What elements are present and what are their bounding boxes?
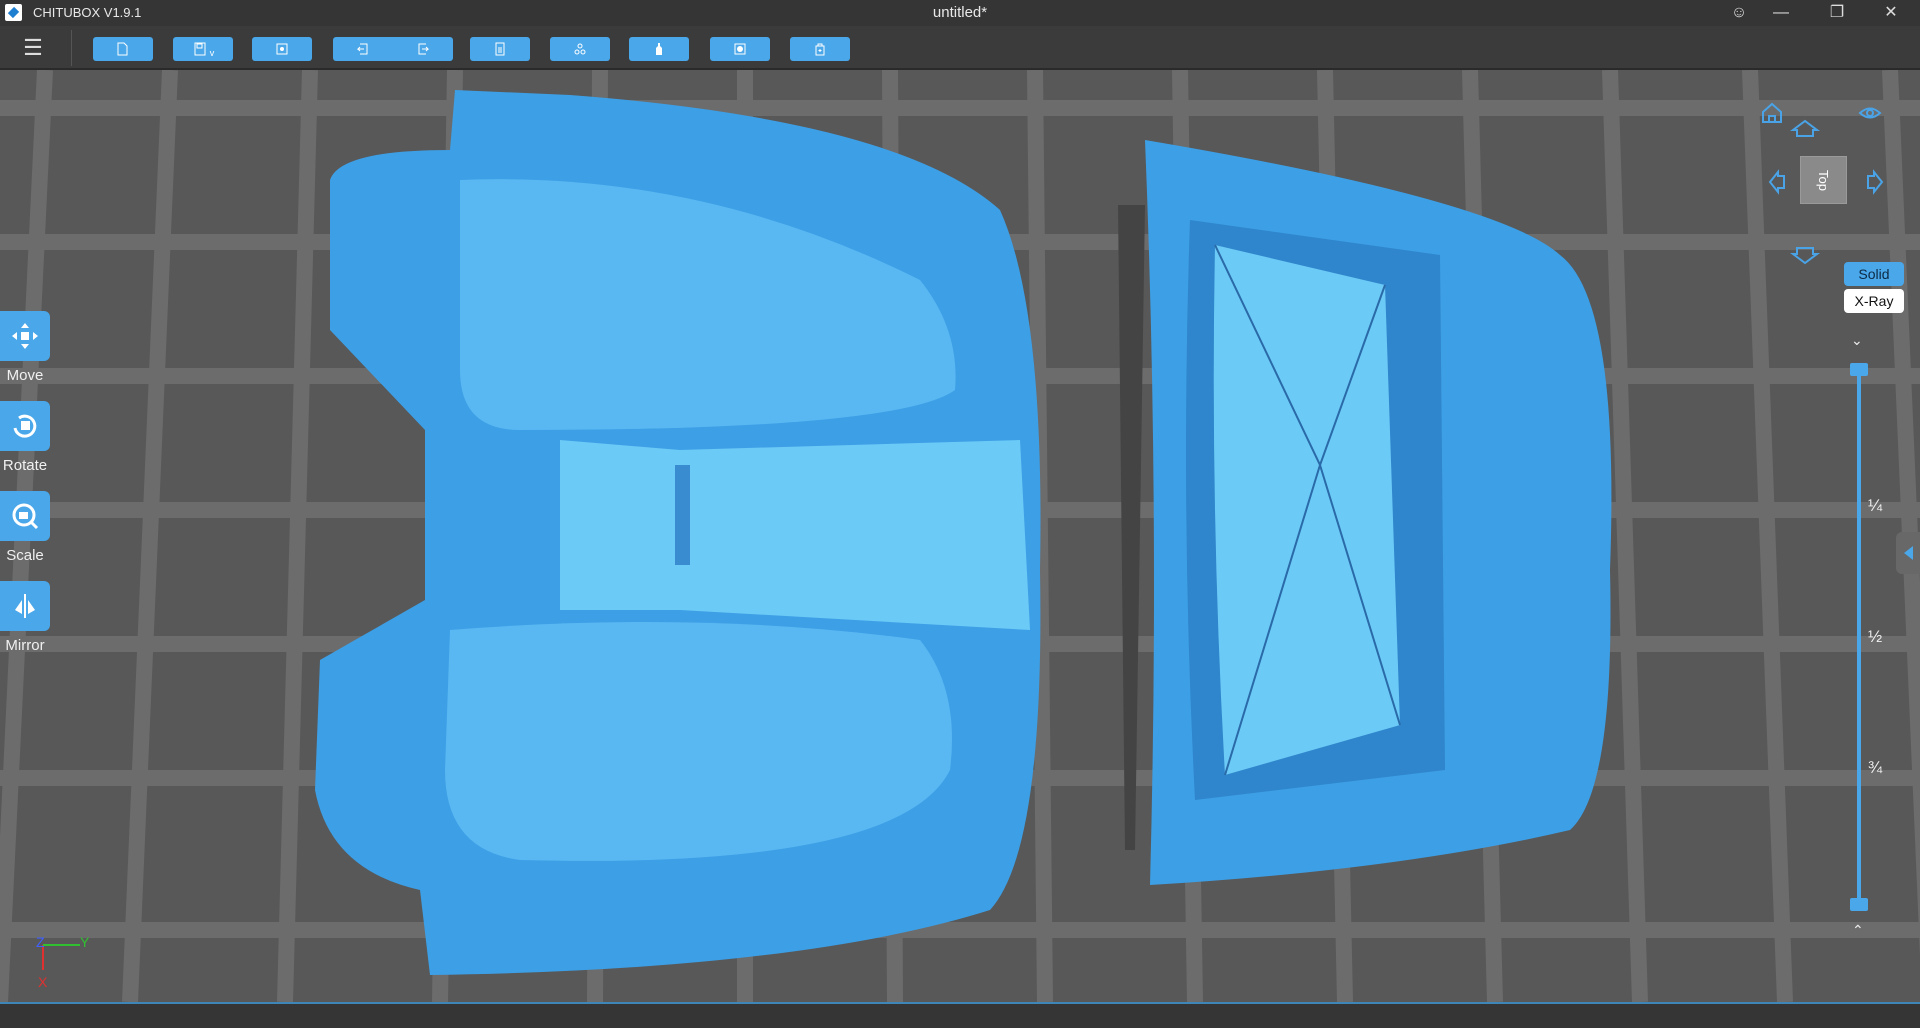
group-button[interactable] [550,37,610,61]
rotate-icon [0,401,50,451]
save-button[interactable]: v [173,37,233,61]
view-cube-face-label: Top [1816,169,1831,191]
mirror-tool[interactable]: Mirror [0,581,50,654]
close-button[interactable]: ✕ [1866,0,1916,26]
toolbar-divider [71,30,72,66]
undo-icon [356,43,368,55]
scale-tool[interactable]: Scale [0,491,50,564]
move-tool[interactable]: Move [0,311,50,384]
slider-mark-three-quarter: ¾ [1868,758,1883,777]
model-right[interactable] [1118,140,1612,885]
mirror-icon [0,581,50,631]
app-logo-icon [5,4,22,21]
layout-icon [276,43,288,55]
collapse-panel-button[interactable] [1896,532,1920,574]
axis-gizmo: Z Y X [36,934,90,990]
print-settings-button[interactable] [470,37,530,61]
xray-mode-button[interactable]: X-Ray [1844,289,1904,313]
view-cube-top[interactable]: Top [1800,156,1847,204]
rotate-label: Rotate [2,457,48,474]
auto-layout-button[interactable] [252,37,312,61]
move-label: Move [6,367,44,384]
slider-mark-quarter: ¼ [1868,496,1883,515]
view-left-arrow-icon[interactable] [1768,169,1785,195]
document-icon [495,42,505,56]
view-back-arrow-icon[interactable] [1790,119,1820,137]
axis-x-label: X [38,974,48,990]
toolbar: ☰ v [0,26,1920,70]
layer-slider-upper-handle[interactable] [1850,363,1868,376]
restore-button[interactable]: ❐ [1812,0,1862,26]
menu-icon[interactable]: ☰ [18,36,48,60]
scale-icon [0,491,50,541]
model-left[interactable] [315,90,1041,975]
slider-chevron-up-icon[interactable]: ⌃ [1852,922,1864,939]
status-bar [0,1002,1920,1028]
hollow-button[interactable] [710,37,770,61]
view-right-arrow-icon[interactable] [1867,169,1884,195]
hollow-icon [734,43,746,55]
slice-icon [815,43,825,56]
support-button[interactable] [629,37,689,61]
group-icon [574,43,586,55]
mirror-label: Mirror [5,637,45,654]
3d-viewport[interactable]: Z Y X Move Rotate Scale Mirror Top Solid… [0,70,1920,1002]
layer-slider-lower-handle[interactable] [1850,898,1868,911]
bottle-icon [656,43,662,55]
title-bar: CHITUBOX V1.9.1 untitled* ☺ — ❐ ✕ [0,0,1920,26]
axis-z-label: Z [36,934,45,950]
rotate-tool[interactable]: Rotate [0,401,50,474]
slider-mark-half: ½ [1868,627,1883,646]
move-icon [0,311,50,361]
home-view-icon[interactable] [1762,102,1782,123]
document-title: untitled* [932,4,988,21]
redo-button[interactable] [393,37,453,61]
app-name: CHITUBOX V1.9.1 [33,5,142,20]
slice-button[interactable] [790,37,850,61]
redo-icon [418,43,430,55]
triangle-left-icon [1903,546,1913,560]
solid-mode-button[interactable]: Solid [1844,262,1904,286]
build-plate-grid: Z Y X [0,70,1920,1002]
scale-label: Scale [6,547,44,564]
chevron-down-icon[interactable]: v [210,48,215,58]
save-icon [194,42,206,56]
slider-chevron-down-icon[interactable]: ⌄ [1851,332,1863,349]
minimize-button[interactable]: — [1756,0,1806,26]
layer-slider-track[interactable] [1857,370,1861,905]
undo-button[interactable] [333,37,393,61]
axis-y-label: Y [80,934,90,950]
open-file-button[interactable] [93,37,153,61]
folder-icon [117,42,128,56]
view-down-arrow-icon[interactable] [1790,247,1820,265]
